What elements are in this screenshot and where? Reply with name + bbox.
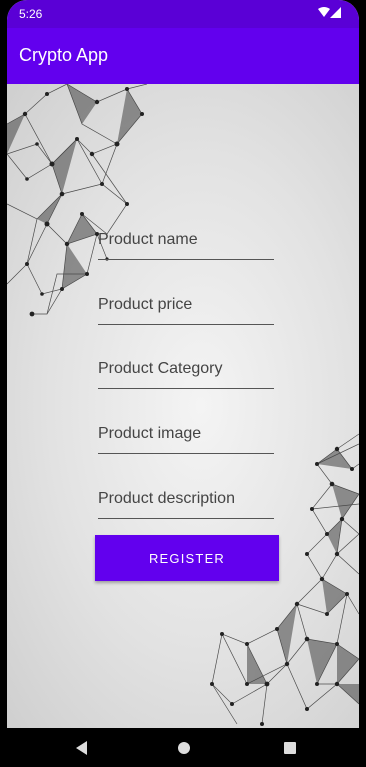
- navigation-bar: [7, 728, 359, 767]
- product-name-field: [98, 223, 274, 260]
- product-description-input[interactable]: [98, 490, 274, 508]
- product-category-field: [98, 352, 274, 389]
- screen: 5:26 Crypto App Product name Product pri…: [7, 0, 359, 767]
- product-price-field: [98, 288, 274, 325]
- back-icon[interactable]: [76, 741, 87, 755]
- wifi-signal-icon: [318, 7, 341, 18]
- home-icon[interactable]: [178, 742, 190, 754]
- app-title: Crypto App: [19, 45, 109, 65]
- product-image-input[interactable]: [98, 425, 274, 443]
- product-description-field: [98, 482, 274, 519]
- register-button[interactable]: REGISTER: [95, 535, 279, 581]
- status-time: 5:26: [19, 7, 43, 21]
- app-bar: Crypto App: [7, 28, 359, 84]
- recent-apps-icon[interactable]: [284, 742, 296, 754]
- polygon-network-background: [7, 84, 359, 726]
- product-name-input[interactable]: [98, 231, 274, 249]
- status-bar: 5:26: [7, 0, 359, 28]
- register-form-area: REGISTER: [7, 84, 359, 728]
- product-image-field: [98, 417, 274, 454]
- phone-frame: 5:26 Crypto App Product name Product pri…: [0, 0, 366, 767]
- product-category-input[interactable]: [98, 360, 274, 378]
- status-icons: [317, 6, 343, 23]
- product-price-input[interactable]: [98, 296, 274, 314]
